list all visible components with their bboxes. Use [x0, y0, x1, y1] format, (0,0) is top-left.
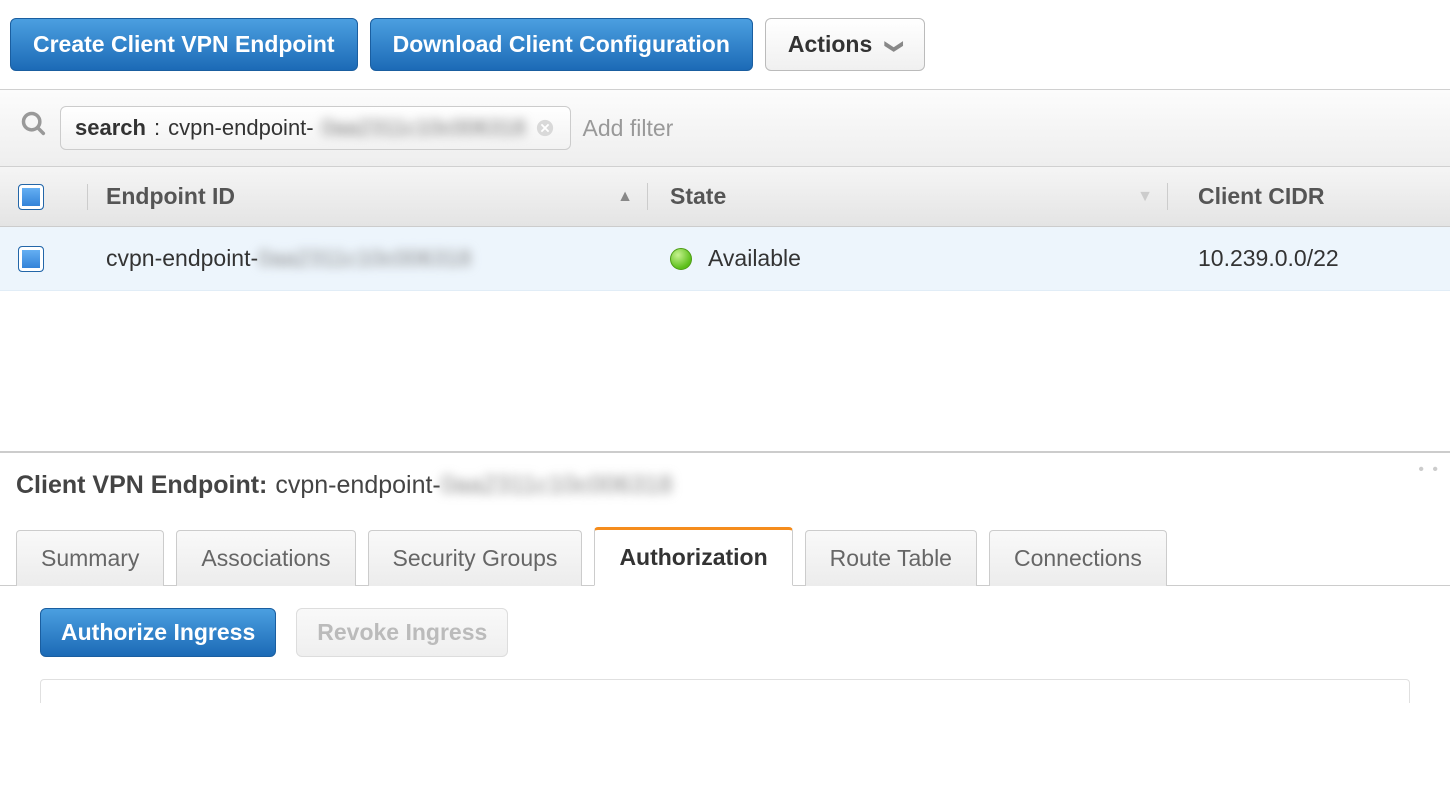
- row-select-cell: [18, 246, 88, 272]
- primary-toolbar: Create Client VPN Endpoint Download Clie…: [0, 0, 1450, 89]
- column-label-cidr: Client CIDR: [1198, 183, 1325, 210]
- sort-none-icon: ▼: [1137, 188, 1153, 206]
- panel-resize-handle-icon[interactable]: • •: [1418, 461, 1440, 479]
- authorization-rules-box: [40, 679, 1410, 703]
- sort-asc-icon: ▲: [617, 188, 633, 206]
- tab-security-groups[interactable]: Security Groups: [368, 530, 583, 586]
- status-available-icon: [670, 248, 692, 270]
- download-config-button[interactable]: Download Client Configuration: [370, 18, 753, 71]
- column-label-state: State: [670, 183, 726, 210]
- table-header-row: Endpoint ID ▲ State ▼ Client CIDR: [0, 167, 1450, 227]
- cidr-text: 10.239.0.0/22: [1198, 245, 1339, 272]
- filter-value-prefix: cvpn-endpoint-: [168, 115, 314, 141]
- add-filter-button[interactable]: Add filter: [583, 115, 674, 142]
- column-endpoint-id[interactable]: Endpoint ID ▲: [88, 183, 648, 210]
- chevron-down-icon: ❯: [884, 39, 905, 54]
- tab-route-table[interactable]: Route Table: [805, 530, 977, 586]
- column-client-cidr[interactable]: Client CIDR: [1168, 183, 1432, 210]
- tab-authorization[interactable]: Authorization: [594, 527, 792, 586]
- filter-bar: search : cvpn-endpoint- 0aa2311c10c006318…: [0, 89, 1450, 167]
- row-endpoint-cell: cvpn-endpoint-0aa2311c10c006318: [88, 245, 648, 272]
- row-checkbox[interactable]: [18, 246, 44, 272]
- detail-value-obscured: 0aa2311c10c006318: [441, 471, 673, 499]
- create-endpoint-button[interactable]: Create Client VPN Endpoint: [10, 18, 358, 71]
- detail-tabs: Summary Associations Security Groups Aut…: [0, 510, 1450, 586]
- state-text: Available: [708, 245, 801, 272]
- select-all-checkbox[interactable]: [18, 184, 44, 210]
- authorize-ingress-button[interactable]: Authorize Ingress: [40, 608, 276, 657]
- revoke-ingress-button: Revoke Ingress: [296, 608, 508, 657]
- row-state-cell: Available: [648, 245, 1168, 272]
- authorization-panel: Authorize Ingress Revoke Ingress: [0, 586, 1450, 679]
- actions-dropdown[interactable]: Actions ❯: [765, 18, 925, 71]
- search-filter-chip[interactable]: search : cvpn-endpoint- 0aa2311c10c006318: [60, 106, 571, 150]
- close-icon[interactable]: [534, 117, 556, 139]
- tab-associations[interactable]: Associations: [176, 530, 355, 586]
- row-cidr-cell: 10.239.0.0/22: [1168, 245, 1432, 272]
- filter-key: search: [75, 115, 146, 141]
- detail-label: Client VPN Endpoint:: [16, 471, 267, 500]
- select-all-column: [18, 184, 88, 210]
- actions-label: Actions: [788, 31, 872, 57]
- table-row[interactable]: cvpn-endpoint-0aa2311c10c006318 Availabl…: [0, 227, 1450, 291]
- tab-connections[interactable]: Connections: [989, 530, 1167, 586]
- search-icon: [20, 110, 48, 146]
- tab-summary[interactable]: Summary: [16, 530, 164, 586]
- endpoint-id-prefix: cvpn-endpoint-: [106, 245, 258, 272]
- column-state[interactable]: State ▼: [648, 183, 1168, 210]
- endpoint-id-obscured: 0aa2311c10c006318: [258, 245, 471, 272]
- detail-value-prefix: cvpn-endpoint-: [275, 471, 440, 499]
- filter-colon: :: [154, 115, 160, 141]
- detail-header: Client VPN Endpoint: cvpn-endpoint-0aa23…: [0, 453, 1450, 510]
- column-label-endpoint: Endpoint ID: [106, 183, 235, 210]
- filter-value-obscured: 0aa2311c10c006318: [322, 115, 526, 141]
